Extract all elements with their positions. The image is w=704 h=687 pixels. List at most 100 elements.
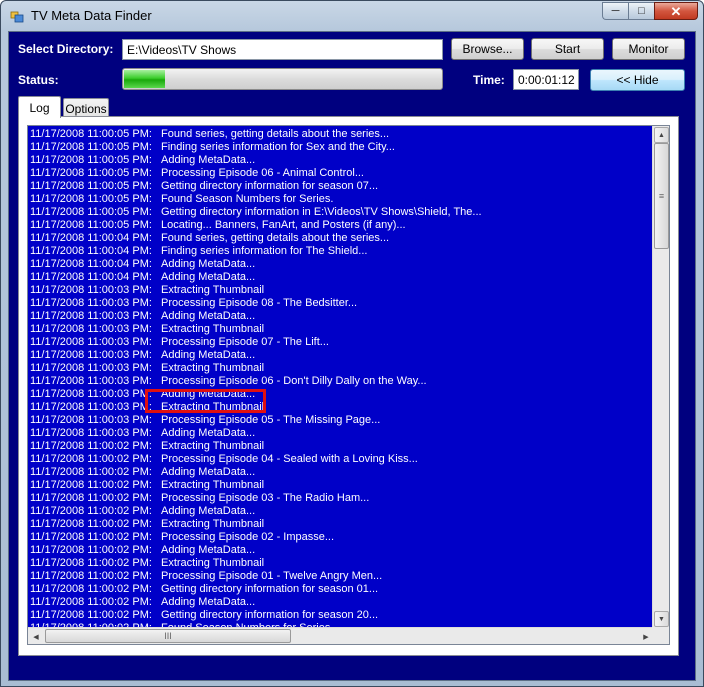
- minimize-button[interactable]: ─: [602, 2, 628, 20]
- log-line[interactable]: 11/17/2008 11:00:02 PM: Adding MetaData..…: [30, 544, 650, 557]
- log-message: Extracting Thumbnail: [161, 557, 265, 569]
- log-line[interactable]: 11/17/2008 11:00:03 PM: Extracting Thumbn…: [30, 284, 650, 297]
- log-timestamp: 11/17/2008 11:00:05 PM:: [30, 128, 152, 140]
- log-message: Getting directory information for season…: [161, 583, 379, 595]
- log-timestamp: 11/17/2008 11:00:03 PM:: [30, 284, 152, 296]
- log-message: Adding MetaData...: [161, 466, 256, 478]
- log-timestamp: 11/17/2008 11:00:03 PM:: [30, 414, 152, 426]
- log-message: Adding MetaData...: [161, 388, 256, 400]
- status-label: Status:: [18, 73, 59, 87]
- log-line[interactable]: 11/17/2008 11:00:02 PM: Processing Episod…: [30, 492, 650, 505]
- log-message: Adding MetaData...: [161, 258, 256, 270]
- horizontal-scrollbar[interactable]: ◀ III ▶: [28, 627, 654, 644]
- scrollbar-corner: [652, 627, 669, 644]
- scroll-up-arrow-icon[interactable]: ▲: [654, 127, 669, 143]
- log-timestamp: 11/17/2008 11:00:02 PM:: [30, 479, 152, 491]
- log-timestamp: 11/17/2008 11:00:04 PM:: [30, 271, 152, 283]
- log-line[interactable]: 11/17/2008 11:00:02 PM: Extracting Thumbn…: [30, 518, 650, 531]
- log-message: Found series, getting details about the …: [161, 232, 390, 244]
- log-timestamp: 11/17/2008 11:00:03 PM:: [30, 297, 152, 309]
- close-button[interactable]: ✕: [654, 2, 698, 20]
- directory-label: Select Directory:: [18, 42, 114, 56]
- log-line[interactable]: 11/17/2008 11:00:03 PM: Extracting Thumbn…: [30, 323, 650, 336]
- log-line[interactable]: 11/17/2008 11:00:02 PM: Adding MetaData..…: [30, 596, 650, 609]
- monitor-button[interactable]: Monitor: [612, 38, 685, 60]
- log-message: Processing Episode 07 - The Lift...: [161, 336, 329, 348]
- horizontal-scroll-thumb[interactable]: III: [45, 629, 291, 643]
- log-message: Adding MetaData...: [161, 544, 256, 556]
- log-message: Processing Episode 05 - The Missing Page…: [161, 414, 381, 426]
- scroll-left-arrow-icon[interactable]: ◀: [28, 629, 44, 644]
- maximize-button[interactable]: □: [628, 2, 654, 20]
- tab-options[interactable]: Options: [63, 98, 109, 118]
- browse-button[interactable]: Browse...: [451, 38, 524, 60]
- log-timestamp: 11/17/2008 11:00:03 PM:: [30, 388, 152, 400]
- progress-fill: [124, 70, 166, 88]
- log-line[interactable]: 11/17/2008 11:00:02 PM: Extracting Thumbn…: [30, 479, 650, 492]
- log-line[interactable]: 11/17/2008 11:00:03 PM: Processing Episod…: [30, 375, 650, 388]
- log-line[interactable]: 11/17/2008 11:00:02 PM: Extracting Thumbn…: [30, 440, 650, 453]
- log-line[interactable]: 11/17/2008 11:00:02 PM: Processing Episod…: [30, 453, 650, 466]
- log-line[interactable]: 11/17/2008 11:00:04 PM: Finding series in…: [30, 245, 650, 258]
- log-line[interactable]: 11/17/2008 11:00:05 PM: Getting directory…: [30, 180, 650, 193]
- log-line[interactable]: 11/17/2008 11:00:05 PM: Found Season Numb…: [30, 193, 650, 206]
- log-timestamp: 11/17/2008 11:00:02 PM:: [30, 453, 152, 465]
- log-line[interactable]: 11/17/2008 11:00:02 PM: Extracting Thumbn…: [30, 557, 650, 570]
- tab-log[interactable]: Log: [18, 96, 61, 118]
- log-line[interactable]: 11/17/2008 11:00:03 PM: Extracting Thumbn…: [30, 362, 650, 375]
- log-message: Adding MetaData...: [161, 154, 256, 166]
- log-line[interactable]: 11/17/2008 11:00:03 PM: Adding MetaData..…: [30, 310, 650, 323]
- vertical-scroll-thumb[interactable]: ≡: [654, 143, 669, 249]
- log-timestamp: 11/17/2008 11:00:03 PM:: [30, 401, 152, 413]
- log-message: Extracting Thumbnail: [161, 362, 265, 374]
- log-line[interactable]: 11/17/2008 11:00:03 PM: Processing Episod…: [30, 414, 650, 427]
- log-message: Getting directory information in E:\Vide…: [161, 206, 482, 218]
- log-line[interactable]: 11/17/2008 11:00:05 PM: Getting directory…: [30, 206, 650, 219]
- time-label: Time:: [473, 73, 505, 87]
- log-line[interactable]: 11/17/2008 11:00:02 PM: Getting directory…: [30, 609, 650, 622]
- log-timestamp: 11/17/2008 11:00:02 PM:: [30, 596, 152, 608]
- title-bar[interactable]: TV Meta Data Finder ─ □ ✕: [1, 1, 703, 31]
- caption-buttons: ─ □ ✕: [602, 2, 698, 20]
- log-message: Extracting Thumbnail: [161, 323, 265, 335]
- log-line[interactable]: 11/17/2008 11:00:04 PM: Adding MetaData..…: [30, 258, 650, 271]
- log-timestamp: 11/17/2008 11:00:05 PM:: [30, 141, 152, 153]
- log-line[interactable]: 11/17/2008 11:00:05 PM: Found series, get…: [30, 128, 650, 141]
- log-line[interactable]: 11/17/2008 11:00:02 PM: Getting directory…: [30, 583, 650, 596]
- log-line[interactable]: 11/17/2008 11:00:02 PM: Processing Episod…: [30, 531, 650, 544]
- log-timestamp: 11/17/2008 11:00:02 PM:: [30, 531, 152, 543]
- directory-input[interactable]: E:\Videos\TV Shows: [122, 39, 443, 60]
- log-timestamp: 11/17/2008 11:00:03 PM:: [30, 323, 152, 335]
- log-line[interactable]: 11/17/2008 11:00:03 PM: Adding MetaData..…: [30, 388, 650, 401]
- log-line[interactable]: 11/17/2008 11:00:04 PM: Found series, get…: [30, 232, 650, 245]
- start-button[interactable]: Start: [531, 38, 604, 60]
- log-timestamp: 11/17/2008 11:00:02 PM:: [30, 583, 152, 595]
- log-message: Processing Episode 02 - Impasse...: [161, 531, 335, 543]
- log-timestamp: 11/17/2008 11:00:03 PM:: [30, 310, 152, 322]
- log-line[interactable]: 11/17/2008 11:00:05 PM: Locating... Banne…: [30, 219, 650, 232]
- log-message: Adding MetaData...: [161, 596, 256, 608]
- log-line[interactable]: 11/17/2008 11:00:04 PM: Adding MetaData..…: [30, 271, 650, 284]
- log-line[interactable]: 11/17/2008 11:00:02 PM: Processing Episod…: [30, 570, 650, 583]
- log-lines: 11/17/2008 11:00:05 PM: Found series, get…: [30, 128, 650, 635]
- log-timestamp: 11/17/2008 11:00:04 PM:: [30, 245, 152, 257]
- log-list[interactable]: 11/17/2008 11:00:05 PM: Found series, get…: [27, 125, 670, 645]
- log-line[interactable]: 11/17/2008 11:00:03 PM: Processing Episod…: [30, 336, 650, 349]
- log-line[interactable]: 11/17/2008 11:00:05 PM: Processing Episod…: [30, 167, 650, 180]
- log-line[interactable]: 11/17/2008 11:00:03 PM: Extracting Thumbn…: [30, 401, 650, 414]
- scroll-down-arrow-icon[interactable]: ▼: [654, 611, 669, 627]
- log-timestamp: 11/17/2008 11:00:05 PM:: [30, 206, 152, 218]
- log-timestamp: 11/17/2008 11:00:02 PM:: [30, 570, 152, 582]
- log-line[interactable]: 11/17/2008 11:00:02 PM: Adding MetaData..…: [30, 505, 650, 518]
- hide-button[interactable]: << Hide: [590, 69, 685, 91]
- log-message: Finding series information for The Shiel…: [161, 245, 368, 257]
- log-line[interactable]: 11/17/2008 11:00:05 PM: Adding MetaData..…: [30, 154, 650, 167]
- log-message: Found series, getting details about the …: [161, 128, 390, 140]
- log-line[interactable]: 11/17/2008 11:00:03 PM: Adding MetaData..…: [30, 427, 650, 440]
- log-line[interactable]: 11/17/2008 11:00:05 PM: Finding series in…: [30, 141, 650, 154]
- vertical-scrollbar[interactable]: ▲ ≡ ▼: [652, 126, 669, 628]
- log-line[interactable]: 11/17/2008 11:00:03 PM: Processing Episod…: [30, 297, 650, 310]
- log-line[interactable]: 11/17/2008 11:00:02 PM: Adding MetaData..…: [30, 466, 650, 479]
- log-message: Finding series information for Sex and t…: [161, 141, 395, 153]
- log-line[interactable]: 11/17/2008 11:00:03 PM: Adding MetaData..…: [30, 349, 650, 362]
